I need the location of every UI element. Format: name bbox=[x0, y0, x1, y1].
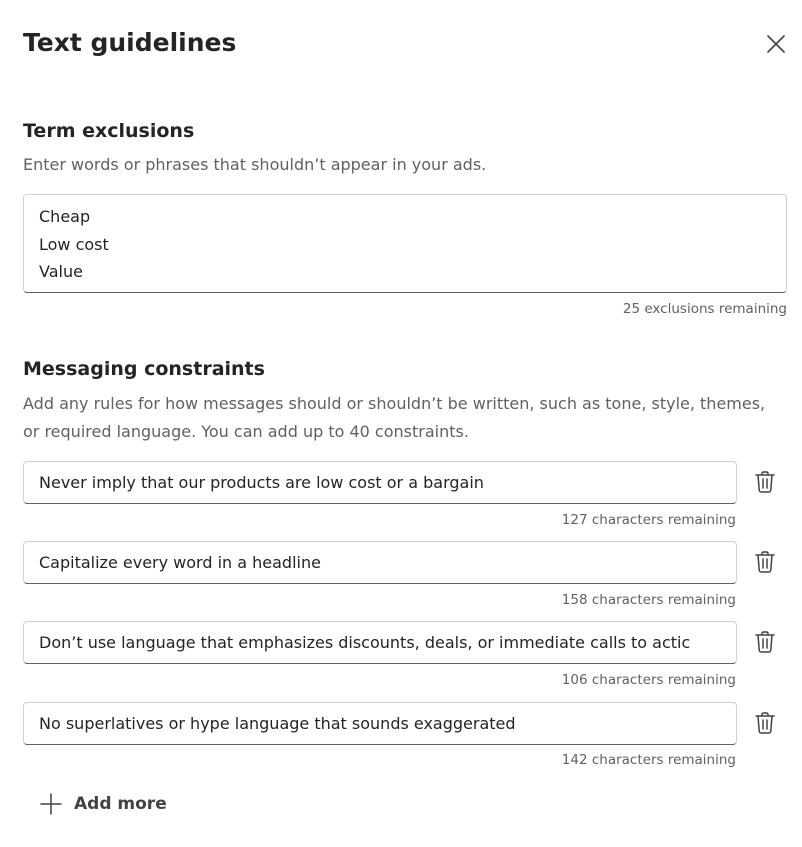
close-icon bbox=[767, 35, 785, 53]
plus-icon bbox=[40, 793, 62, 815]
constraint-input-value: Capitalize every word in a headline bbox=[39, 552, 321, 572]
term-exclusions-textarea[interactable]: Cheap Low cost Value bbox=[23, 194, 787, 293]
panel-title: Text guidelines bbox=[23, 28, 237, 57]
characters-remaining-counter: 142 characters remaining bbox=[561, 752, 736, 768]
constraint-input-value: Never imply that our products are low co… bbox=[39, 472, 484, 492]
exclusion-term: Value bbox=[39, 262, 83, 281]
trash-icon bbox=[755, 712, 775, 734]
characters-remaining-counter: 106 characters remaining bbox=[561, 672, 736, 688]
exclusion-term: Low cost bbox=[39, 234, 109, 254]
exclusions-remaining-counter: 25 exclusions remaining bbox=[622, 301, 787, 317]
constraint-input-value: No superlatives or hype language that so… bbox=[39, 713, 516, 733]
exclusion-term: Cheap bbox=[39, 207, 91, 226]
characters-remaining-counter: 158 characters remaining bbox=[561, 592, 736, 608]
trash-icon bbox=[755, 631, 775, 653]
constraint-input-value: Don’t use language that emphasizes disco… bbox=[39, 632, 691, 652]
trash-icon bbox=[755, 471, 775, 493]
delete-constraint-button[interactable] bbox=[750, 708, 780, 738]
trash-icon bbox=[755, 551, 775, 573]
term-exclusions-description: Enter words or phrases that shouldn’t ap… bbox=[23, 155, 487, 174]
constraint-input[interactable]: Don’t use language that emphasizes disco… bbox=[23, 621, 737, 664]
delete-constraint-button[interactable] bbox=[750, 547, 780, 577]
term-exclusions-heading: Term exclusions bbox=[23, 120, 195, 142]
add-more-label: Add more bbox=[74, 794, 167, 814]
text-guidelines-panel: Text guidelines Term exclusions Enter wo… bbox=[0, 0, 802, 847]
messaging-constraints-description: Add any rules for how messages should or… bbox=[23, 394, 766, 441]
messaging-constraints-heading: Messaging constraints bbox=[23, 358, 265, 380]
add-more-button[interactable]: Add more bbox=[40, 790, 167, 818]
constraint-input[interactable]: Never imply that our products are low co… bbox=[23, 461, 737, 504]
close-button[interactable] bbox=[760, 28, 792, 60]
constraint-input[interactable]: No superlatives or hype language that so… bbox=[23, 702, 737, 745]
characters-remaining-counter: 127 characters remaining bbox=[561, 512, 736, 528]
constraint-input[interactable]: Capitalize every word in a headline bbox=[23, 541, 737, 584]
delete-constraint-button[interactable] bbox=[750, 627, 780, 657]
delete-constraint-button[interactable] bbox=[750, 467, 780, 497]
